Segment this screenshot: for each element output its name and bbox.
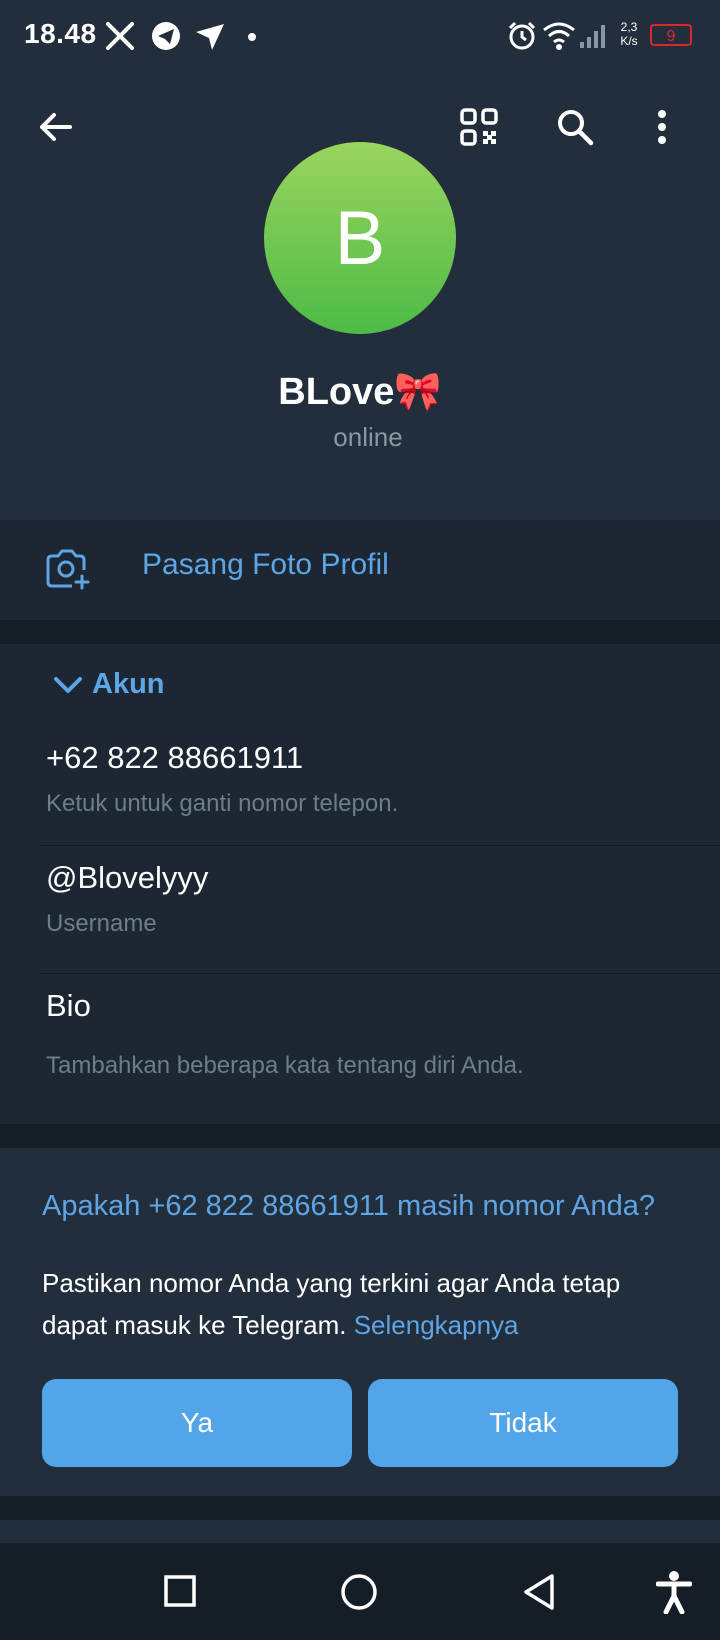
camera-add-icon [46, 549, 90, 590]
bio-row[interactable]: Bio Tambahkan beberapa kata tentang diri… [0, 988, 720, 1118]
chevron-down-icon [54, 676, 82, 693]
bio-title: Bio [46, 988, 91, 1023]
search-icon[interactable] [556, 108, 594, 146]
account-section: Akun +62 822 88661911 Ketuk untuk ganti … [0, 644, 720, 1124]
network-speed-unit: K/s [620, 34, 638, 48]
network-speed-value: 2,3 [620, 20, 638, 34]
more-vertical-icon[interactable] [654, 108, 670, 146]
status-time: 18.48 [24, 18, 97, 49]
section-divider [0, 1124, 720, 1148]
phone-row[interactable]: +62 822 88661911 Ketuk untuk ganti nomor… [0, 740, 720, 855]
profile-name: BLove🎀 [278, 371, 442, 413]
battery-icon: 9 [650, 24, 692, 46]
phone-number: +62 822 88661911 [46, 740, 304, 775]
recents-square-icon[interactable] [164, 1575, 196, 1607]
section-divider [0, 620, 720, 644]
username-label: Username [46, 910, 157, 937]
account-section-title: Akun [92, 668, 165, 700]
accessibility-icon[interactable] [656, 1570, 692, 1614]
set-profile-photo-label: Pasang Foto Profil [142, 548, 389, 581]
yes-button[interactable]: Ya [42, 1379, 352, 1467]
learn-more-link[interactable]: Selengkapnya [354, 1310, 519, 1340]
battery-level: 9 [666, 28, 676, 45]
phone-hint: Ketuk untuk ganti nomor telepon. [46, 790, 399, 817]
avatar-letter: B [334, 195, 386, 281]
no-button[interactable]: Tidak [368, 1379, 678, 1467]
send-icon [196, 24, 224, 50]
alarm-icon [508, 21, 536, 50]
row-divider [40, 973, 720, 974]
telegram-icon [152, 22, 180, 50]
phone-check-body-line2-wrap: dapat masuk ke Telegram. Selengkapnya [42, 1304, 692, 1346]
bio-hint: Tambahkan beberapa kata tentang diri And… [46, 1052, 524, 1079]
x-icon [106, 22, 134, 50]
row-divider [40, 845, 720, 846]
username-row[interactable]: @Blovelyyy Username [0, 860, 720, 975]
phone-check-body-line2: dapat masuk ke Telegram. [42, 1310, 347, 1340]
username-value: @Blovelyyy [46, 860, 209, 895]
qr-code-icon[interactable] [460, 108, 498, 146]
set-profile-photo-row[interactable]: Pasang Foto Profil [0, 520, 720, 620]
next-section-peek [0, 1520, 720, 1543]
back-triangle-icon[interactable] [522, 1573, 556, 1611]
phone-check-question: Apakah +62 822 88661911 masih nomor Anda… [42, 1190, 655, 1222]
avatar[interactable]: B [264, 142, 456, 334]
network-speed: 2,3 K/s [616, 20, 642, 48]
signal-icon [580, 25, 605, 48]
account-section-header[interactable]: Akun [52, 668, 165, 701]
notification-dot-icon [248, 33, 256, 41]
profile-status: online [333, 422, 403, 452]
section-divider [0, 1496, 720, 1520]
phone-check-body: Pastikan nomor Anda yang terkini agar An… [42, 1262, 692, 1346]
phone-check-body-line1: Pastikan nomor Anda yang terkini agar An… [42, 1268, 621, 1298]
wifi-icon [543, 22, 575, 50]
home-circle-icon[interactable] [340, 1573, 378, 1611]
back-arrow-icon[interactable] [36, 108, 74, 146]
